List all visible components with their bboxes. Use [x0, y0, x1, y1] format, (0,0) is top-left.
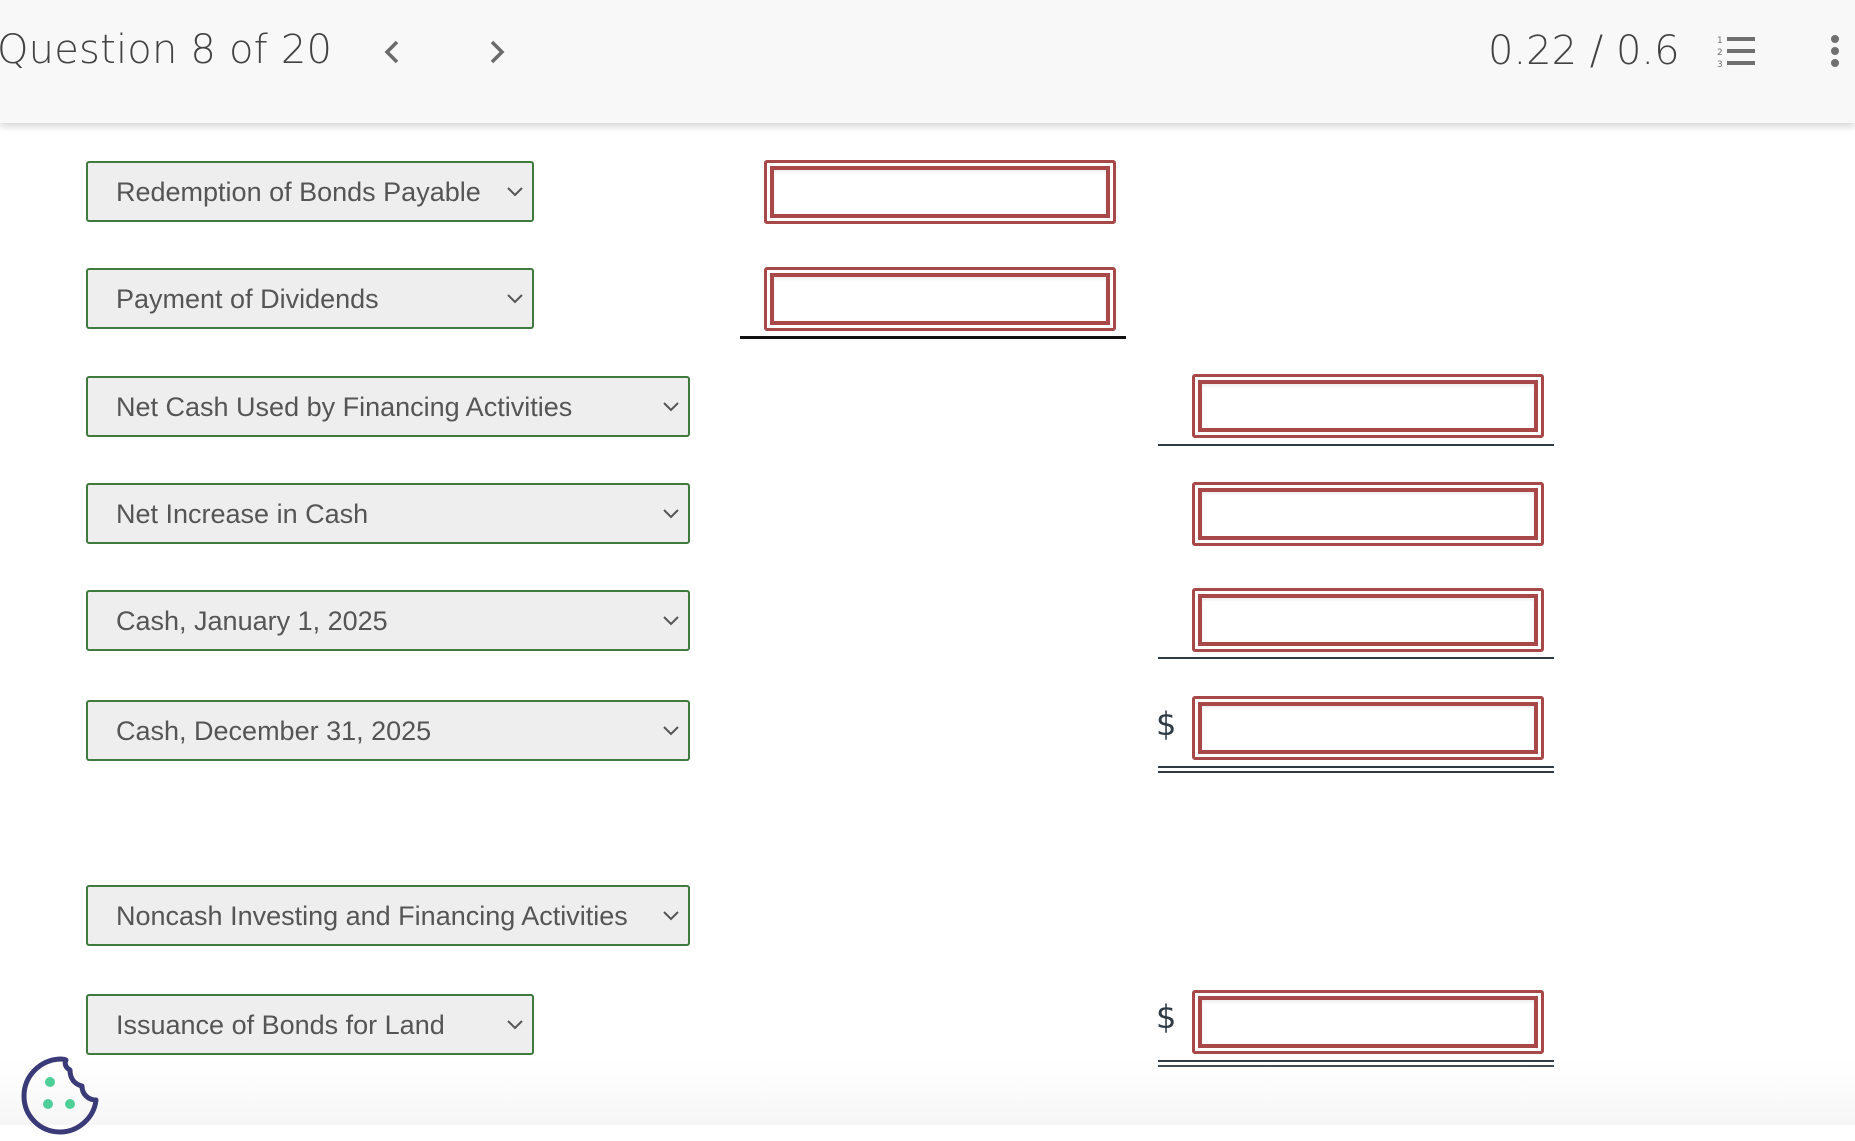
svg-text:3: 3	[1717, 60, 1723, 70]
select-value: Net Cash Used by Financing Activities	[116, 392, 573, 422]
amount-input-net-increase-in-cash[interactable]	[1192, 482, 1544, 546]
cookie-settings-button[interactable]	[20, 1054, 102, 1136]
dollar-sign: $	[1156, 705, 1177, 743]
subtotal-underline	[1158, 444, 1554, 446]
amount-field[interactable]	[1202, 492, 1534, 536]
select-value: Noncash Investing and Financing Activiti…	[116, 901, 628, 931]
line-item-select-redemption-of-bonds[interactable]: Redemption of Bonds Payable	[86, 161, 534, 222]
svg-text:1: 1	[1717, 36, 1723, 46]
amount-field[interactable]	[1202, 598, 1534, 642]
line-item-select-payment-of-dividends[interactable]: Payment of Dividends	[86, 268, 534, 329]
chevron-down-icon	[507, 187, 523, 197]
chevron-left-icon	[384, 40, 399, 64]
question-list-button[interactable]: 1 2 3	[1714, 30, 1762, 74]
next-question-button[interactable]	[477, 32, 517, 72]
chevron-down-icon	[663, 509, 679, 519]
amount-input-redemption-of-bonds[interactable]	[764, 160, 1116, 224]
select-value: Cash, December 31, 2025	[116, 716, 432, 746]
line-item-select-net-increase-in-cash[interactable]: Net Increase in Cash	[86, 483, 690, 544]
line-item-select-net-cash-financing[interactable]: Net Cash Used by Financing Activities	[86, 376, 690, 437]
double-underline-top	[1158, 1060, 1554, 1062]
chevron-down-icon	[663, 616, 679, 626]
dollar-sign: $	[1156, 998, 1177, 1036]
select-value: Cash, January 1, 2025	[116, 606, 388, 636]
chevron-down-icon	[663, 402, 679, 412]
question-counter: Question 8 of 20	[0, 27, 333, 73]
amount-field[interactable]	[1202, 384, 1534, 428]
amount-input-cash-december-31[interactable]	[1192, 696, 1544, 760]
svg-text:2: 2	[1717, 48, 1723, 58]
amount-field[interactable]	[774, 170, 1106, 214]
line-item-select-cash-december-31[interactable]: Cash, December 31, 2025	[86, 700, 690, 761]
amount-input-payment-of-dividends[interactable]	[764, 267, 1116, 331]
chevron-down-icon	[663, 726, 679, 736]
select-value: Payment of Dividends	[116, 284, 379, 314]
double-underline-bottom	[1158, 771, 1554, 773]
double-underline-bottom	[1158, 1065, 1554, 1067]
select-value: Issuance of Bonds for Land	[116, 1010, 445, 1040]
subtotal-underline	[1158, 657, 1554, 659]
subtotal-underline	[740, 336, 1126, 339]
cookie-icon	[21, 1056, 99, 1135]
amount-field[interactable]	[1202, 1000, 1534, 1044]
question-header: Question 8 of 20 0.22 / 0.6 1 2 3	[0, 0, 1855, 123]
previous-question-button[interactable]	[372, 32, 412, 72]
amount-field[interactable]	[774, 277, 1106, 321]
line-item-select-cash-january-1[interactable]: Cash, January 1, 2025	[86, 590, 690, 651]
select-value: Net Increase in Cash	[116, 499, 369, 529]
score-display: 0.22 / 0.6	[1488, 28, 1680, 74]
chevron-right-icon	[490, 40, 505, 64]
line-item-select-issuance-of-bonds-for-land[interactable]: Issuance of Bonds for Land	[86, 994, 534, 1055]
double-underline-top	[1158, 766, 1554, 768]
kebab-menu-icon	[1831, 35, 1839, 67]
amount-input-cash-january-1[interactable]	[1192, 588, 1544, 652]
section-select-noncash-activities[interactable]: Noncash Investing and Financing Activiti…	[86, 885, 690, 946]
chevron-down-icon	[507, 1020, 523, 1030]
amount-input-issuance-of-bonds-for-land[interactable]	[1192, 990, 1544, 1054]
numbered-list-icon: 1 2 3	[1717, 36, 1755, 70]
more-options-button[interactable]	[1820, 30, 1850, 74]
amount-field[interactable]	[1202, 706, 1534, 750]
bottom-fade	[0, 1060, 1855, 1125]
chevron-down-icon	[507, 294, 523, 304]
amount-input-net-cash-financing[interactable]	[1192, 374, 1544, 438]
chevron-down-icon	[663, 911, 679, 921]
select-value: Redemption of Bonds Payable	[116, 177, 481, 207]
